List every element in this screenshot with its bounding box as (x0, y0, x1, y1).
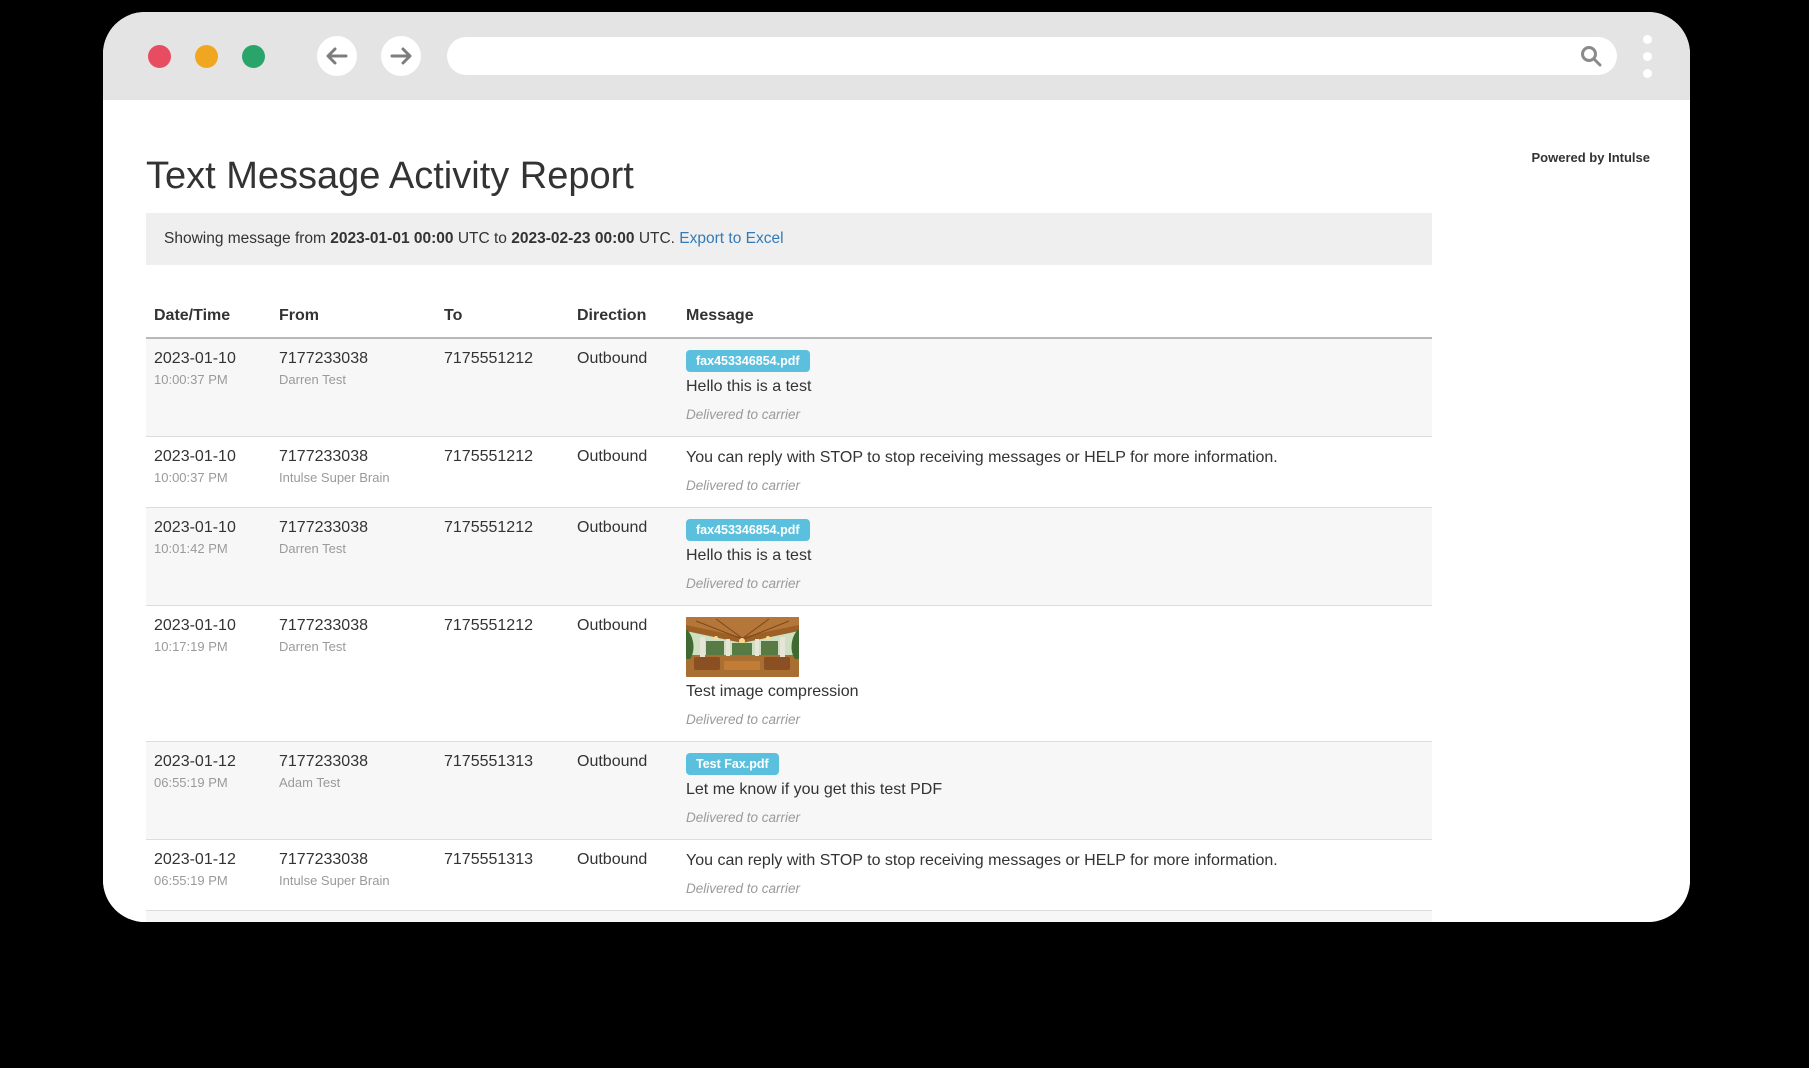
row-from-number: 7177233038 (279, 350, 428, 368)
banner-end-date: 2023-02-23 00:00 (511, 230, 634, 247)
row-date: 2023-01-12 (154, 851, 263, 869)
row-time: 10:17:19 PM (154, 639, 263, 654)
row-direction: Outbound (577, 851, 670, 869)
banner-lead: Showing message from (164, 230, 326, 247)
row-time: 06:55:19 PM (154, 873, 263, 888)
date-range-banner: Showing message from 2023-01-01 00:00 UT… (146, 213, 1432, 265)
left-arrow-icon (326, 47, 348, 65)
delivery-status: Delivered to carrier (686, 712, 1424, 727)
row-to-number: 7175551313 (444, 851, 561, 869)
banner-middle: UTC to (458, 230, 507, 247)
row-direction: Outbound (577, 350, 670, 368)
row-from-name: Intulse Super Brain (279, 470, 428, 485)
traffic-light-minimize-icon[interactable] (195, 45, 218, 68)
row-from-number: 7177233038 (279, 448, 428, 466)
browser-menu-icon[interactable] (1639, 31, 1656, 82)
export-to-excel-link[interactable]: Export to Excel (679, 230, 783, 247)
delivery-status: Delivered to carrier (686, 810, 1424, 825)
table-row: 2023-01-12 06:55:51 PM 7177233038 Adam T… (146, 911, 1432, 923)
attachment-badge[interactable]: fax453346854.pdf (686, 350, 810, 372)
row-from-name: Darren Test (279, 541, 428, 556)
table-row: 2023-01-10 10:01:42 PM 7177233038 Darren… (146, 508, 1432, 606)
forward-button[interactable] (381, 36, 421, 76)
table-header-row: Date/Time From To Direction Message (146, 301, 1432, 338)
table-row: 2023-01-10 10:00:37 PM 7177233038 Intuls… (146, 437, 1432, 508)
mms-image-thumbnail[interactable] (686, 617, 799, 677)
delivery-status: Delivered to carrier (686, 478, 1424, 493)
row-date: 2023-01-12 (154, 753, 263, 771)
row-from-name: Darren Test (279, 639, 428, 654)
table-row: 2023-01-12 06:55:19 PM 7177233038 Adam T… (146, 742, 1432, 840)
powered-by-label: Powered by Intulse (1532, 150, 1650, 165)
table-row: 2023-01-10 10:17:19 PM 7177233038 Darren… (146, 606, 1432, 742)
row-direction: Outbound (577, 448, 670, 466)
browser-chrome (103, 12, 1690, 100)
message-text: Hello this is a test (686, 547, 1424, 565)
row-date: 2023-01-10 (154, 350, 263, 368)
row-from-name: Adam Test (279, 775, 428, 790)
message-text: You can reply with STOP to stop receivin… (686, 449, 1424, 467)
row-time: 10:00:37 PM (154, 372, 263, 387)
browser-window: Powered by Intulse Text Message Activity… (103, 12, 1690, 922)
address-input[interactable] (447, 47, 1617, 65)
row-to-number: 7175551212 (444, 448, 561, 466)
banner-tail: UTC. (639, 230, 675, 247)
row-direction: Outbound (577, 519, 670, 537)
row-time: 10:00:37 PM (154, 470, 263, 485)
row-direction: Outbound (577, 617, 670, 635)
row-date: 2023-01-10 (154, 448, 263, 466)
message-text: You can reply with STOP to stop receivin… (686, 852, 1424, 870)
delivery-status: Delivered to carrier (686, 881, 1424, 896)
back-button[interactable] (317, 36, 357, 76)
page-content: Powered by Intulse Text Message Activity… (103, 100, 1690, 922)
header-to: To (436, 301, 569, 338)
row-from-name: Intulse Super Brain (279, 873, 428, 888)
row-to-number: 7175551212 (444, 617, 561, 635)
banner-start-date: 2023-01-01 00:00 (330, 230, 453, 247)
header-direction: Direction (569, 301, 678, 338)
row-time: 06:55:19 PM (154, 775, 263, 790)
row-from-number: 7177233038 (279, 851, 428, 869)
activity-table: Date/Time From To Direction Message 2023… (146, 301, 1432, 922)
right-arrow-icon (390, 47, 412, 65)
row-date: 2023-01-10 (154, 519, 263, 537)
traffic-light-zoom-icon[interactable] (242, 45, 265, 68)
row-time: 10:01:42 PM (154, 541, 263, 556)
delivery-status: Delivered to carrier (686, 407, 1424, 422)
message-text: Let me know if you get this test PDF (686, 781, 1424, 799)
row-from-name: Darren Test (279, 372, 428, 387)
row-to-number: 7175551313 (444, 753, 561, 771)
page-title: Text Message Activity Report (146, 100, 1690, 198)
attachment-badge[interactable]: Test Fax.pdf (686, 753, 779, 775)
delivery-status: Delivered to carrier (686, 576, 1424, 591)
search-icon[interactable] (1579, 44, 1603, 73)
message-text: Hello this is a test (686, 378, 1424, 396)
header-date-time: Date/Time (146, 301, 271, 338)
header-from: From (271, 301, 436, 338)
row-to-number: 7175551212 (444, 519, 561, 537)
row-date: 2023-01-10 (154, 617, 263, 635)
traffic-light-close-icon[interactable] (148, 45, 171, 68)
table-row: 2023-01-10 10:00:37 PM 7177233038 Darren… (146, 338, 1432, 437)
header-message: Message (678, 301, 1432, 338)
address-bar[interactable] (447, 37, 1617, 75)
row-to-number: 7175551212 (444, 350, 561, 368)
row-from-number: 7177233038 (279, 753, 428, 771)
row-direction: Outbound (577, 753, 670, 771)
attachment-badge[interactable]: fax453346854.pdf (686, 519, 810, 541)
row-from-number: 7177233038 (279, 617, 428, 635)
message-text: Test image compression (686, 683, 1424, 701)
row-from-number: 7177233038 (279, 519, 428, 537)
table-row: 2023-01-12 06:55:19 PM 7177233038 Intuls… (146, 840, 1432, 911)
